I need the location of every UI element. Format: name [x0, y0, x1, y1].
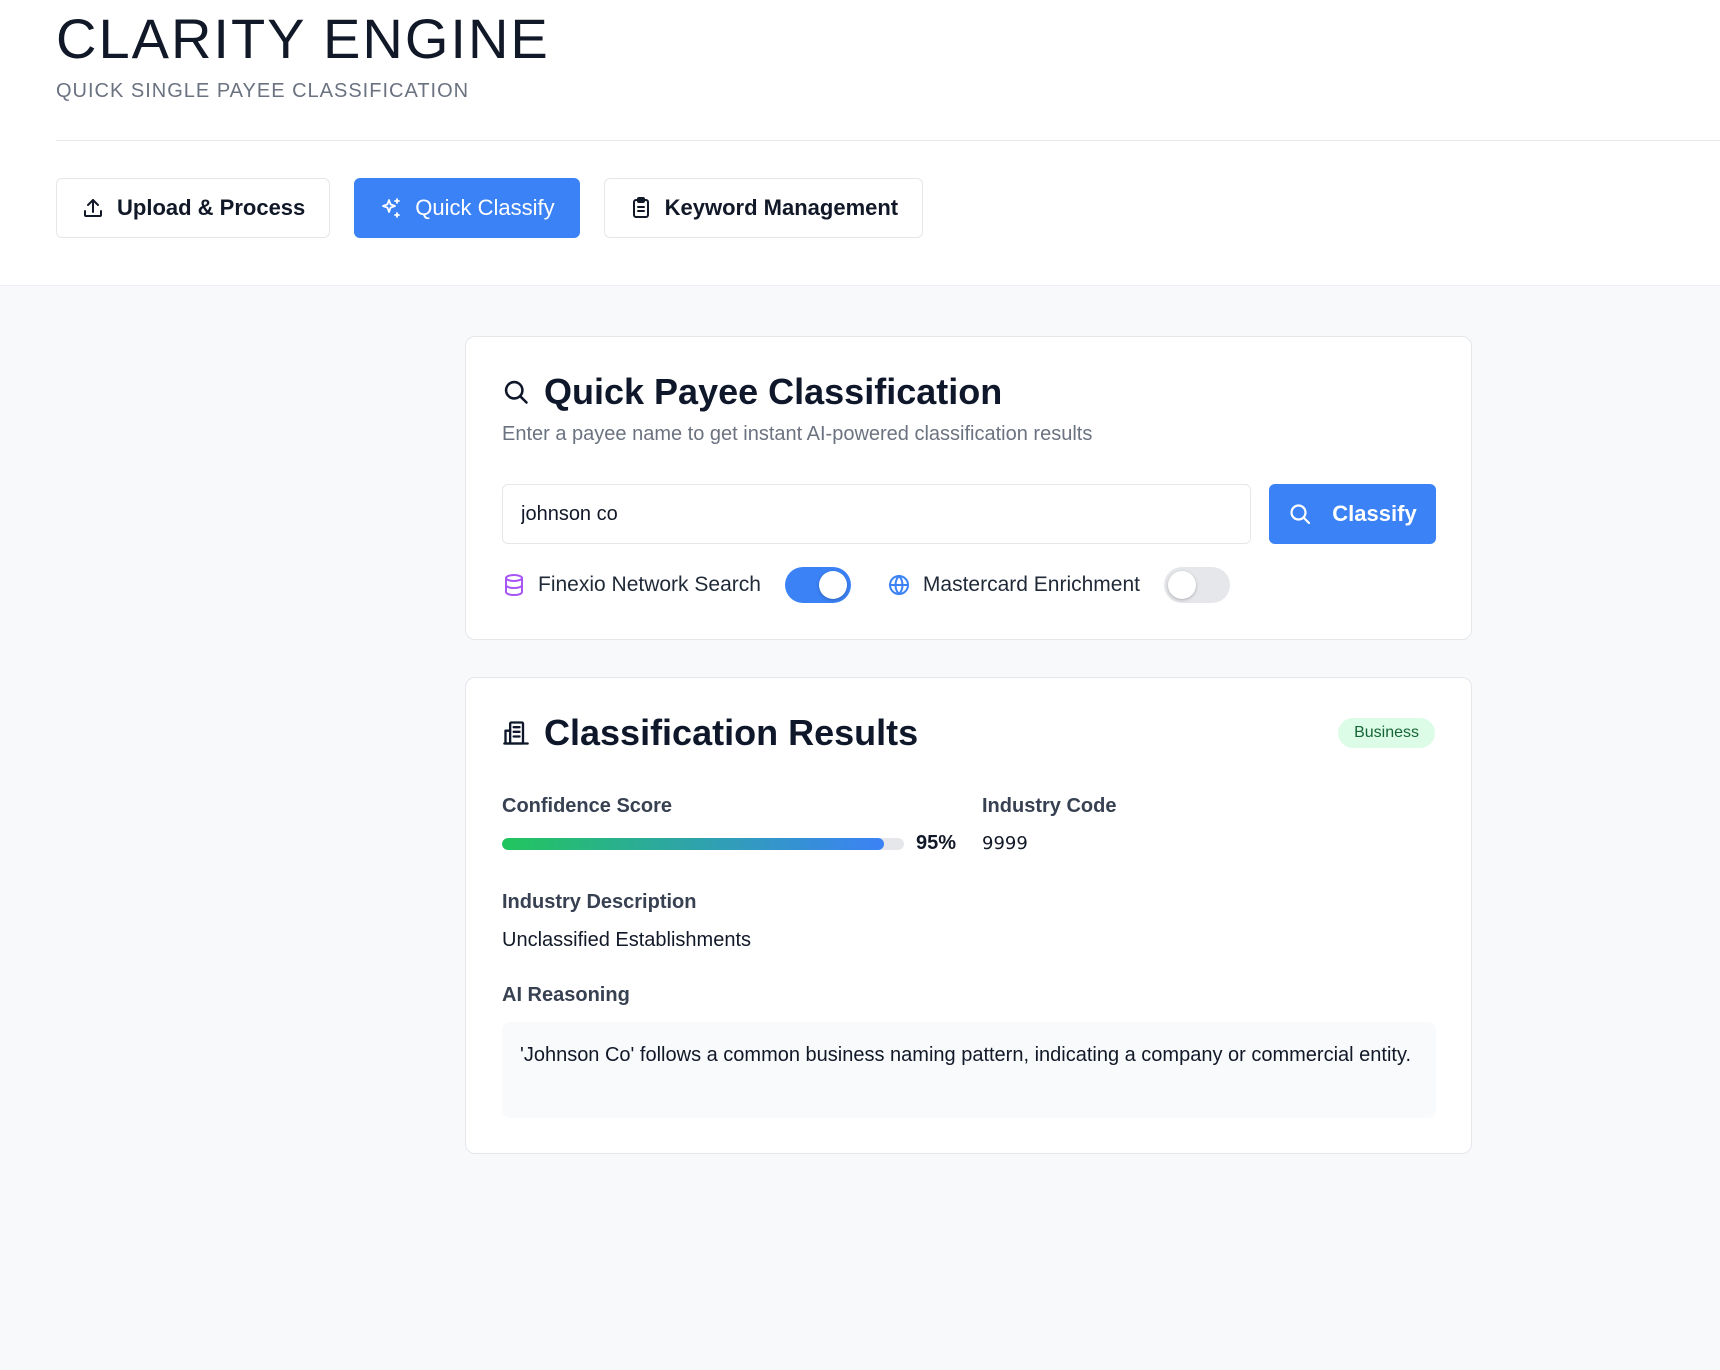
- upload-icon: [84, 199, 102, 217]
- quick-classification-card: Quick Payee Classification Enter a payee…: [465, 336, 1472, 640]
- search-icon: [504, 380, 528, 404]
- app-title: CLARITY ENGINE: [56, 7, 550, 70]
- tab-label: Quick Classify: [415, 195, 555, 220]
- building-icon: [503, 721, 529, 745]
- tab-label: Upload & Process: [117, 195, 306, 220]
- database-icon: [505, 574, 523, 597]
- toggle-knob: [1168, 571, 1196, 599]
- mastercard-option: Mastercard Enrichment: [887, 567, 1230, 603]
- classification-badge: Business: [1338, 718, 1435, 748]
- confidence-label: Confidence Score: [502, 795, 673, 817]
- industry-description-value: Unclassified Establishments: [502, 929, 751, 951]
- finexio-option-label: Finexio Network Search: [538, 573, 761, 596]
- industry-code-label: Industry Code: [982, 795, 1117, 817]
- ai-reasoning-text: 'Johnson Co' follows a common business n…: [502, 1022, 1436, 1118]
- app-subtitle: QUICK SINGLE PAYEE CLASSIFICATION: [56, 80, 470, 102]
- app-header: CLARITY ENGINE QUICK SINGLE PAYEE CLASSI…: [0, 0, 1720, 286]
- classification-results-card: Classification Results Business Confiden…: [465, 677, 1472, 1154]
- search-icon: [1290, 504, 1311, 525]
- clipboard-icon: [632, 197, 649, 218]
- mastercard-option-label: Mastercard Enrichment: [922, 573, 1140, 596]
- tab-quick-classify[interactable]: Quick Classify: [354, 178, 580, 238]
- globe-icon: [888, 574, 909, 596]
- card-title: Quick Payee Classification: [502, 371, 1002, 413]
- ai-reasoning-label: AI Reasoning: [502, 984, 630, 1006]
- classify-button[interactable]: Classify: [1269, 484, 1436, 544]
- industry-code-value: 9999: [982, 833, 1028, 854]
- confidence-bar: [502, 838, 904, 850]
- classification-options: Finexio Network Search Mastercard Enrich…: [502, 567, 1230, 603]
- confidence-bar-fill: [502, 838, 884, 850]
- sparkles-icon: [382, 198, 401, 218]
- industry-description-label: Industry Description: [502, 891, 697, 913]
- finexio-toggle[interactable]: [784, 567, 851, 603]
- tab-upload-process[interactable]: Upload & Process: [56, 178, 331, 238]
- classify-button-label: Classify: [1332, 501, 1417, 526]
- finexio-option: Finexio Network Search: [502, 567, 851, 603]
- header-divider: [56, 140, 1720, 141]
- payee-name-input[interactable]: [502, 484, 1251, 544]
- card-description: Enter a payee name to get instant AI-pow…: [502, 423, 1093, 445]
- card-title-text: Quick Payee Classification: [544, 371, 1003, 412]
- toggle-knob: [818, 571, 847, 599]
- card-title: Classification Results: [502, 712, 918, 754]
- confidence-value: 95%: [916, 832, 957, 854]
- card-title-text: Classification Results: [544, 712, 919, 753]
- tab-label: Keyword Management: [664, 195, 899, 220]
- tab-keyword-management[interactable]: Keyword Management: [603, 178, 924, 238]
- mastercard-toggle[interactable]: [1164, 567, 1230, 603]
- tab-bar: Upload & Process Quick Classify Keyword …: [56, 178, 924, 238]
